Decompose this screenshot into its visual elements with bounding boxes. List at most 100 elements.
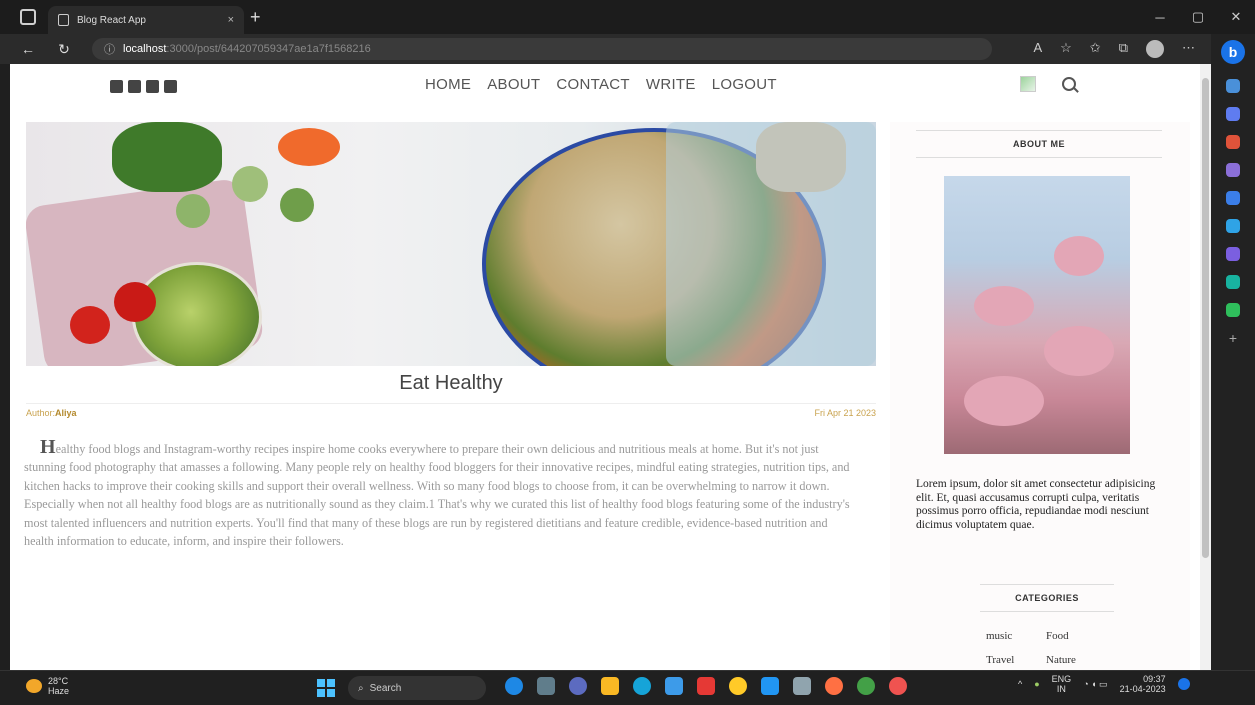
tray-app-icon[interactable]: ●	[1034, 679, 1039, 689]
terminal-icon[interactable]	[793, 677, 811, 695]
edge-icon[interactable]	[633, 677, 651, 695]
hero-herbs	[112, 122, 222, 192]
url-field[interactable]: ⓘ localhost :3000/post/644207059347ae1a7…	[92, 38, 992, 60]
more-menu-icon[interactable]: ⋯	[1182, 40, 1195, 58]
favorite-star-icon[interactable]: ☆	[1060, 40, 1072, 58]
url-path: :3000/post/644207059347ae1a7f1568216	[166, 43, 371, 55]
bing-chat-icon[interactable]: b	[1221, 40, 1245, 64]
start-button[interactable]	[317, 679, 335, 697]
search-icon: ⌕	[358, 682, 364, 694]
search-sidebar-icon[interactable]	[1226, 79, 1240, 93]
chrome-icon[interactable]	[729, 677, 747, 695]
hero-sprout	[232, 166, 268, 202]
hero-tomato	[114, 282, 156, 322]
shopping-icon[interactable]	[1226, 107, 1240, 121]
search-icon[interactable]	[1062, 77, 1076, 91]
chat-icon[interactable]	[569, 677, 587, 695]
wifi-volume-battery-icon[interactable]: ◔ ◖ ▭	[1083, 679, 1107, 689]
taskbar-search[interactable]: ⌕ Search	[348, 676, 486, 700]
menu-item-contact[interactable]: CONTACT	[556, 76, 629, 93]
edge-sidebar: b +	[1211, 34, 1255, 670]
app-icon[interactable]	[889, 677, 907, 695]
outlook-icon[interactable]	[1226, 219, 1240, 233]
office-icon[interactable]	[697, 677, 715, 695]
weather-condition: Haze	[48, 686, 70, 696]
drop-cap: H	[40, 436, 56, 458]
about-me-image	[944, 176, 1130, 454]
workspaces-icon[interactable]	[20, 9, 36, 25]
post-date: Fri Apr 21 2023	[814, 408, 876, 418]
postman-icon[interactable]	[825, 677, 843, 695]
menu-item-about[interactable]: ABOUT	[487, 76, 540, 93]
close-window-button[interactable]: ✕	[1217, 9, 1255, 25]
category-item[interactable]: Nature	[1046, 654, 1106, 666]
menu-item-logout[interactable]: LOGOUT	[712, 76, 777, 93]
language-indicator[interactable]: ENG IN	[1052, 674, 1072, 694]
menu-item-write[interactable]: WRITE	[646, 76, 696, 93]
system-tray: ^ ● ENG IN ◔ ◖ ▭ 09:37 21-04-2023	[1018, 674, 1190, 694]
tab-close-icon[interactable]: ×	[228, 14, 234, 26]
social-icons	[110, 80, 177, 93]
top-right	[1020, 76, 1076, 92]
profile-image[interactable]	[1020, 76, 1036, 92]
post-description: Healthy food blogs and Instagram-worthy …	[24, 436, 860, 550]
store-icon[interactable]	[665, 677, 683, 695]
file-explorer-icon[interactable]	[601, 677, 619, 695]
scrollbar-thumb[interactable]	[1202, 78, 1209, 558]
profile-avatar[interactable]	[1146, 40, 1164, 58]
weather-widget[interactable]: 28°C Haze	[26, 676, 69, 696]
hero-sprout	[280, 188, 314, 222]
facebook-square-icon[interactable]	[110, 80, 123, 93]
hero-blue-cloth	[666, 122, 876, 366]
task-view-icon[interactable]	[537, 677, 555, 695]
drop-icon[interactable]	[1226, 275, 1240, 289]
site-info-icon[interactable]: ⓘ	[104, 41, 115, 57]
twitter-square-icon[interactable]	[128, 80, 141, 93]
maximize-button[interactable]: ▢	[1179, 9, 1217, 25]
post-body: ealthy food blogs and Instagram-worthy r…	[24, 442, 850, 549]
category-item[interactable]: Travel	[986, 654, 1046, 666]
tools-icon[interactable]	[1226, 135, 1240, 149]
clock[interactable]: 09:37 21-04-2023	[1120, 674, 1166, 694]
minimize-button[interactable]: ─	[1141, 10, 1179, 25]
new-tab-button[interactable]: +	[250, 8, 261, 26]
chevron-up-icon[interactable]: ^	[1018, 679, 1022, 689]
lang-region: IN	[1056, 684, 1066, 694]
menu-item-home[interactable]: HOME	[425, 76, 471, 93]
window-controls: ─ ▢ ✕	[1141, 0, 1255, 34]
author-link[interactable]: Aliya	[55, 408, 77, 418]
games-icon[interactable]	[1226, 163, 1240, 177]
notification-icon[interactable]	[1177, 678, 1190, 690]
windows-logo-icon	[317, 679, 325, 687]
browser-tab[interactable]: Blog React App ×	[48, 6, 244, 34]
weather-temp: 28°C	[48, 676, 69, 686]
clock-date: 21-04-2023	[1119, 684, 1166, 694]
vscode-icon[interactable]	[761, 677, 779, 695]
instagram-square-icon[interactable]	[164, 80, 177, 93]
read-aloud-icon[interactable]: A	[1033, 40, 1042, 58]
page-scrollbar[interactable]	[1200, 64, 1211, 670]
collections-icon[interactable]: ⧉	[1119, 40, 1128, 58]
back-arrow-icon[interactable]: ←	[20, 41, 36, 57]
about-me-title: ABOUT ME	[916, 130, 1162, 158]
microsoft-365-icon[interactable]	[1226, 191, 1240, 205]
hero-carrot	[278, 128, 340, 166]
lang-code: ENG	[1051, 674, 1072, 684]
about-me-text: Lorem ipsum, dolor sit amet consectetur …	[916, 478, 1156, 531]
taskbar-search-label: Search	[369, 682, 402, 694]
tab-title: Blog React App	[77, 14, 146, 26]
category-item[interactable]: music	[986, 630, 1046, 642]
browser-toolbar: A ☆ ✩ ⧉ ⋯	[1033, 40, 1195, 58]
favorites-icon[interactable]: ✩	[1090, 40, 1101, 58]
tree-icon[interactable]	[1226, 303, 1240, 317]
add-sidebar-app-icon[interactable]: +	[1226, 331, 1240, 345]
post-meta: Author:Aliya Fri Apr 21 2023	[26, 408, 876, 418]
designer-icon[interactable]	[1226, 247, 1240, 261]
refresh-icon[interactable]: ↻	[56, 41, 72, 58]
pinterest-square-icon[interactable]	[146, 80, 159, 93]
copilot-icon[interactable]	[505, 677, 523, 695]
weather-haze-icon	[26, 679, 42, 693]
post-author: Author:Aliya	[26, 408, 77, 418]
category-item[interactable]: Food	[1046, 630, 1106, 642]
whatsapp-icon[interactable]	[857, 677, 875, 695]
